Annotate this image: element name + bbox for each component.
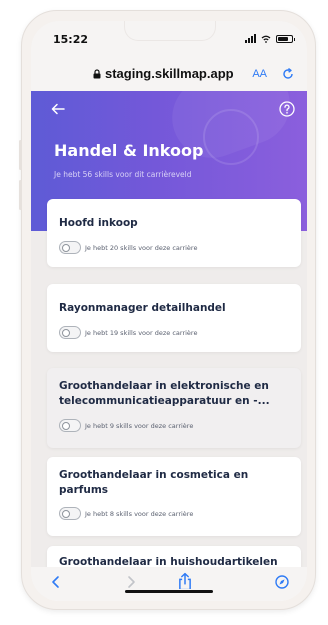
phone-side-button xyxy=(19,180,22,210)
text-size-button[interactable]: AA xyxy=(252,68,267,80)
career-title: Hoofd inkoop xyxy=(59,217,138,229)
career-card[interactable]: Hoofd inkoop Je hebt 20 skills voor deze… xyxy=(47,199,301,267)
page-subtitle: Je hebt 56 skills voor dit carrièreveld xyxy=(54,170,192,179)
back-icon[interactable] xyxy=(49,575,63,589)
toggle-icon xyxy=(59,241,81,254)
status-icons xyxy=(245,34,295,43)
battery-icon xyxy=(276,34,295,43)
career-meta-text: Je hebt 20 skills voor deze carrière xyxy=(85,243,198,252)
career-title: Groothandelaar in elektronische en telec… xyxy=(59,380,270,407)
phone-side-button xyxy=(19,140,22,170)
toggle-icon xyxy=(59,419,81,432)
toggle-icon xyxy=(59,507,81,520)
career-card[interactable]: Rayonmanager detailhandel Je hebt 19 ski… xyxy=(47,284,301,352)
header-decoration xyxy=(203,109,259,165)
status-bar: 15:22 xyxy=(31,21,307,61)
share-icon[interactable] xyxy=(177,572,193,589)
lock-icon xyxy=(93,68,101,78)
toggle-icon xyxy=(59,326,81,339)
career-meta-text: Je hebt 19 skills voor deze carrière xyxy=(85,328,198,337)
browser-toolbar xyxy=(31,567,307,601)
home-indicator xyxy=(125,590,213,593)
career-title: Groothandelaar in cosmetica en parfums xyxy=(59,469,249,496)
phone-screen: 15:22 staging.skillmap.app AA Handel & I… xyxy=(31,21,307,601)
career-skill-count: Je hebt 20 skills voor deze carrière xyxy=(59,241,197,254)
forward-icon[interactable] xyxy=(124,575,138,589)
career-card[interactable]: Groothandelaar in cosmetica en parfums J… xyxy=(47,457,301,536)
career-skill-count: Je hebt 8 skills voor deze carrière xyxy=(59,507,193,520)
career-card[interactable]: Groothandelaar in elektronische en telec… xyxy=(47,368,301,448)
status-time: 15:22 xyxy=(53,33,89,46)
signal-icon xyxy=(245,34,256,43)
question-circle-icon[interactable] xyxy=(279,101,295,117)
browser-address-bar[interactable]: staging.skillmap.app AA xyxy=(31,61,307,91)
career-meta-text: Je hebt 8 skills voor deze carrière xyxy=(85,509,194,518)
career-skill-count: Je hebt 19 skills voor deze carrière xyxy=(59,326,197,339)
url-text: staging.skillmap.app xyxy=(105,66,234,81)
url-display[interactable]: staging.skillmap.app xyxy=(93,66,234,81)
reload-icon[interactable] xyxy=(281,67,295,81)
notch xyxy=(124,21,216,41)
career-title: Rayonmanager detailhandel xyxy=(59,302,226,314)
career-meta-text: Je hebt 9 skills voor deze carrière xyxy=(85,421,194,430)
career-skill-count: Je hebt 9 skills voor deze carrière xyxy=(59,419,193,432)
arrow-left-icon[interactable] xyxy=(51,103,65,115)
page-title: Handel & Inkoop xyxy=(54,141,204,160)
compass-icon[interactable] xyxy=(275,575,289,589)
wifi-icon xyxy=(261,35,271,43)
